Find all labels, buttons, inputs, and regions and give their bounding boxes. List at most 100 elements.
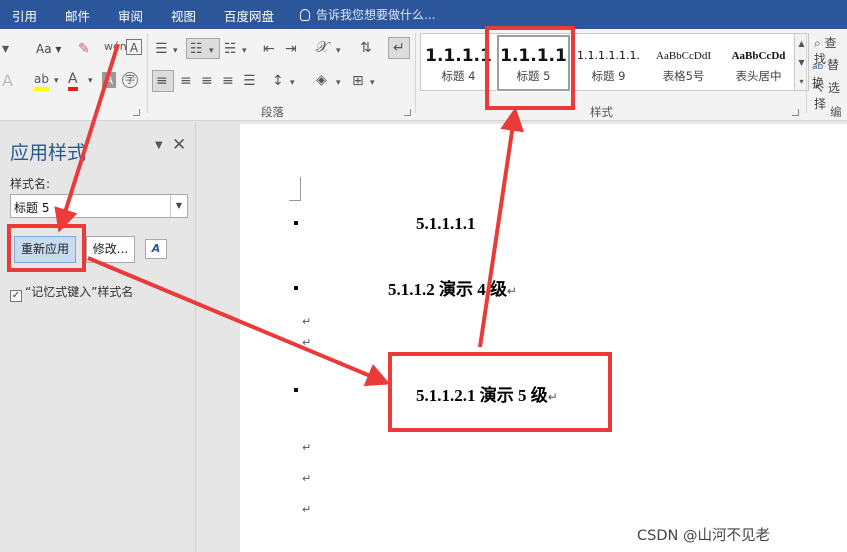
heading-bullet bbox=[294, 221, 298, 225]
tab-references[interactable]: 引用 bbox=[12, 6, 37, 25]
font-color-dropdown-icon[interactable]: ▾ bbox=[88, 73, 93, 89]
borders-dropdown-icon[interactable]: ▾ bbox=[370, 75, 375, 91]
style-name-combobox[interactable]: 标题 5 ▼ bbox=[10, 194, 188, 218]
tab-mailings[interactable]: 邮件 bbox=[65, 6, 90, 25]
ribbon-separator bbox=[415, 33, 416, 113]
highlight-box-reapply bbox=[7, 224, 86, 272]
tab-review[interactable]: 审阅 bbox=[118, 6, 143, 25]
clear-format-icon[interactable]: ✎ bbox=[78, 41, 90, 57]
numbering-icon: ☷ bbox=[190, 41, 203, 57]
autoformat-label: “记忆式键入”样式名 bbox=[25, 285, 134, 299]
heading-5-line[interactable]: 5.1.1.1.1 bbox=[416, 214, 476, 234]
distributed-icon[interactable]: ☰ bbox=[243, 73, 256, 89]
autoformat-checkbox-row[interactable]: ✓ “记忆式键入”样式名 bbox=[10, 283, 133, 302]
style-name-value: 标题 5 bbox=[14, 201, 50, 215]
watermark: CSDN @山河不见老 bbox=[637, 528, 770, 544]
multilevel-list-icon[interactable]: ☵ bbox=[224, 41, 237, 57]
text-direction-dropdown-icon[interactable]: ▾ bbox=[336, 43, 341, 59]
margin-corner-mark bbox=[289, 177, 301, 201]
multilevel-dropdown-icon[interactable]: ▾ bbox=[242, 43, 247, 59]
align-center-icon[interactable]: ≡ bbox=[180, 73, 192, 89]
document-page[interactable] bbox=[240, 124, 847, 552]
bullets-icon[interactable]: ☰ bbox=[155, 41, 168, 57]
styles-gallery: 1.1.1.1 标题 4 1.1.1.1 标题 5 1.1.1.1.1.1. 标… bbox=[420, 33, 796, 92]
paragraph-mark: ↵ bbox=[302, 503, 312, 516]
paragraph-dialog-launcher-icon[interactable] bbox=[404, 109, 411, 116]
style-name: 标题 9 bbox=[591, 69, 626, 83]
tab-view[interactable]: 视图 bbox=[171, 6, 196, 25]
paragraph-mark: ↵ bbox=[302, 336, 312, 349]
align-right-icon[interactable]: ≡ bbox=[201, 73, 213, 89]
bullets-dropdown-icon[interactable]: ▾ bbox=[173, 43, 178, 59]
menu-bar: 引用 邮件 审阅 视图 百度网盘 告诉我您想要做什么... bbox=[0, 0, 847, 29]
heading-4-line[interactable]: 5.1.1.2 演示 4 级↵ bbox=[388, 275, 517, 300]
font-size-dropdown-icon[interactable]: ▾ bbox=[2, 41, 9, 57]
lightbulb-icon bbox=[300, 9, 310, 21]
borders-icon[interactable]: ⊞ bbox=[352, 73, 364, 89]
heading-text: 5.1.1.2 演示 4 级 bbox=[388, 280, 507, 299]
tab-baidu-netdisk[interactable]: 百度网盘 bbox=[224, 6, 274, 25]
search-icon: ⌕ bbox=[814, 36, 821, 50]
font-color-icon[interactable]: A bbox=[68, 71, 78, 91]
text-direction-icon[interactable]: 𝒳 bbox=[316, 39, 329, 55]
enclose-char-icon[interactable]: 字 bbox=[122, 72, 138, 88]
style-preview: AaBbCcDd bbox=[731, 50, 786, 62]
line-spacing-dropdown-icon[interactable]: ▾ bbox=[290, 75, 295, 91]
paragraph-mark: ↵ bbox=[302, 315, 312, 328]
style-name-label: 样式名: bbox=[10, 177, 51, 191]
paragraph-mark: ↵ bbox=[507, 284, 518, 298]
char-shading-icon[interactable]: A bbox=[102, 72, 116, 88]
pane-title: 应用样式 bbox=[10, 142, 87, 164]
change-case-button[interactable]: Aa ▾ bbox=[36, 41, 61, 57]
sort-icon[interactable]: ⇅ bbox=[360, 40, 372, 56]
char-border-icon[interactable]: A bbox=[126, 39, 142, 55]
decrease-indent-icon[interactable]: ⇤ bbox=[263, 41, 275, 57]
style-table-5[interactable]: AaBbCcDdI 表格5号 bbox=[646, 34, 721, 92]
replace-icon: ab bbox=[812, 62, 824, 72]
styles-group-label: 样式 bbox=[590, 105, 613, 119]
increase-indent-icon[interactable]: ⇥ bbox=[285, 41, 297, 57]
chevron-down-icon[interactable]: ▼ bbox=[170, 195, 187, 217]
justify-icon[interactable]: ≡ bbox=[222, 73, 234, 89]
font-dialog-launcher-icon[interactable] bbox=[133, 109, 140, 116]
styles-dialog-launcher-icon[interactable] bbox=[792, 109, 799, 116]
text-effects-icon[interactable]: A bbox=[2, 73, 13, 89]
style-preview: AaBbCcDdI bbox=[656, 50, 711, 62]
ribbon: ▾ Aa ▾ ✎ wén A A ab ▾ A ▾ A 字 ☰ ▾ ☷ ▾ ☵ … bbox=[0, 29, 847, 135]
numbering-button[interactable]: ☷ ▾ bbox=[186, 38, 220, 59]
style-name: 表格5号 bbox=[662, 69, 705, 83]
paragraph-mark: ↵ bbox=[302, 441, 312, 454]
shading-dropdown-icon[interactable]: ▾ bbox=[336, 75, 341, 91]
show-marks-button[interactable]: ↵ bbox=[388, 37, 410, 59]
numbering-dropdown-icon: ▾ bbox=[209, 46, 214, 56]
paragraph-group-label: 段落 bbox=[261, 105, 284, 119]
ribbon-separator bbox=[147, 33, 148, 113]
close-icon[interactable]: ✕ bbox=[172, 135, 186, 155]
pane-menu-icon[interactable]: ▼ bbox=[155, 140, 163, 151]
autoformat-checkbox[interactable]: ✓ bbox=[10, 290, 22, 302]
modify-button[interactable]: 修改... bbox=[86, 236, 135, 263]
align-left-button[interactable]: ≡ bbox=[152, 70, 174, 92]
highlight-dropdown-icon[interactable]: ▾ bbox=[54, 73, 59, 89]
highlight-icon[interactable]: ab bbox=[34, 71, 49, 91]
pilcrow-icon: ↵ bbox=[393, 40, 405, 56]
line-spacing-icon[interactable]: ↕ bbox=[272, 73, 284, 89]
align-left-icon: ≡ bbox=[156, 73, 168, 89]
shading-icon[interactable]: ◈ bbox=[316, 72, 327, 88]
heading-bullet bbox=[294, 286, 298, 290]
styles-icon: A bbox=[151, 242, 161, 255]
style-table-header[interactable]: AaBbCcDd 表头居中 bbox=[721, 34, 796, 92]
ribbon-separator bbox=[806, 33, 807, 113]
phonetic-guide-icon[interactable]: wén bbox=[104, 39, 127, 55]
style-heading-9[interactable]: 1.1.1.1.1.1. 标题 9 bbox=[571, 34, 646, 92]
heading-bullet bbox=[294, 388, 298, 392]
tell-me-box[interactable]: 告诉我您想要做什么... bbox=[300, 6, 435, 23]
highlight-box-heading bbox=[388, 352, 612, 432]
styles-pane-button[interactable]: A bbox=[145, 239, 167, 259]
style-name: 表头居中 bbox=[735, 69, 782, 83]
heading-text: 5.1.1.1.1 bbox=[416, 214, 476, 233]
paragraph-mark: ↵ bbox=[302, 472, 312, 485]
apply-styles-pane: 应用样式 ▼ ✕ 样式名: 标题 5 ▼ 重新应用 修改... A ✓ “记忆式键… bbox=[0, 122, 196, 552]
style-preview: 1.1.1.1.1.1. bbox=[577, 49, 640, 62]
cursor-icon: ↖ bbox=[814, 81, 825, 95]
